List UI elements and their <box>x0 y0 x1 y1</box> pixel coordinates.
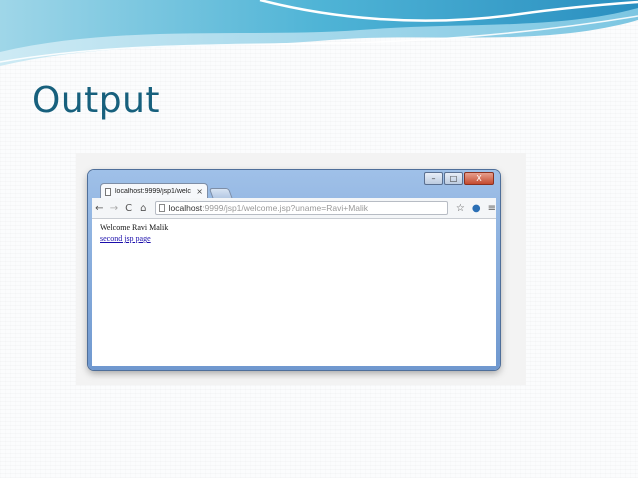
page-favicon-icon <box>105 187 111 196</box>
window-controls: – □ X <box>424 172 494 185</box>
menu-icon[interactable]: ≡ <box>488 203 496 214</box>
browser-toolbar: ← → C ⌂ localhost :9999/jsp1/welcome.jsp… <box>92 198 496 219</box>
address-bar[interactable]: localhost :9999/jsp1/welcome.jsp?uname=R… <box>154 201 448 215</box>
welcome-text: Welcome Ravi Malik <box>100 223 169 232</box>
home-icon[interactable]: ⌂ <box>136 203 151 214</box>
browser-window: – □ X localhost:9999/jsp1/welc × ← → C ⌂… <box>88 170 500 370</box>
toolbar-actions: ☆ ● ≡ <box>456 203 496 214</box>
browser-tab[interactable]: localhost:9999/jsp1/welc × <box>100 183 208 199</box>
reload-icon[interactable]: C <box>121 203 136 214</box>
second-jsp-page-link[interactable]: second jsp page <box>100 234 151 243</box>
minimize-button[interactable]: – <box>424 172 443 185</box>
forward-arrow-icon[interactable]: → <box>107 203 122 214</box>
slide-title: Output <box>32 80 161 121</box>
url-path: :9999/jsp1/welcome.jsp?uname=Ravi+Malik <box>202 203 369 213</box>
maximize-button[interactable]: □ <box>444 172 463 185</box>
tab-title: localhost:9999/jsp1/welc <box>115 188 191 195</box>
page-icon <box>158 204 165 212</box>
url-host: localhost <box>168 203 203 213</box>
tab-close-icon[interactable]: × <box>196 187 203 196</box>
bookmark-star-icon[interactable]: ☆ <box>456 203 465 214</box>
back-arrow-icon[interactable]: ← <box>92 203 107 214</box>
extension-icon[interactable]: ● <box>472 203 481 214</box>
header-wave-decoration <box>0 0 638 66</box>
page-content: Welcome Ravi Malik second jsp page <box>92 219 496 366</box>
close-window-button[interactable]: X <box>464 172 494 185</box>
